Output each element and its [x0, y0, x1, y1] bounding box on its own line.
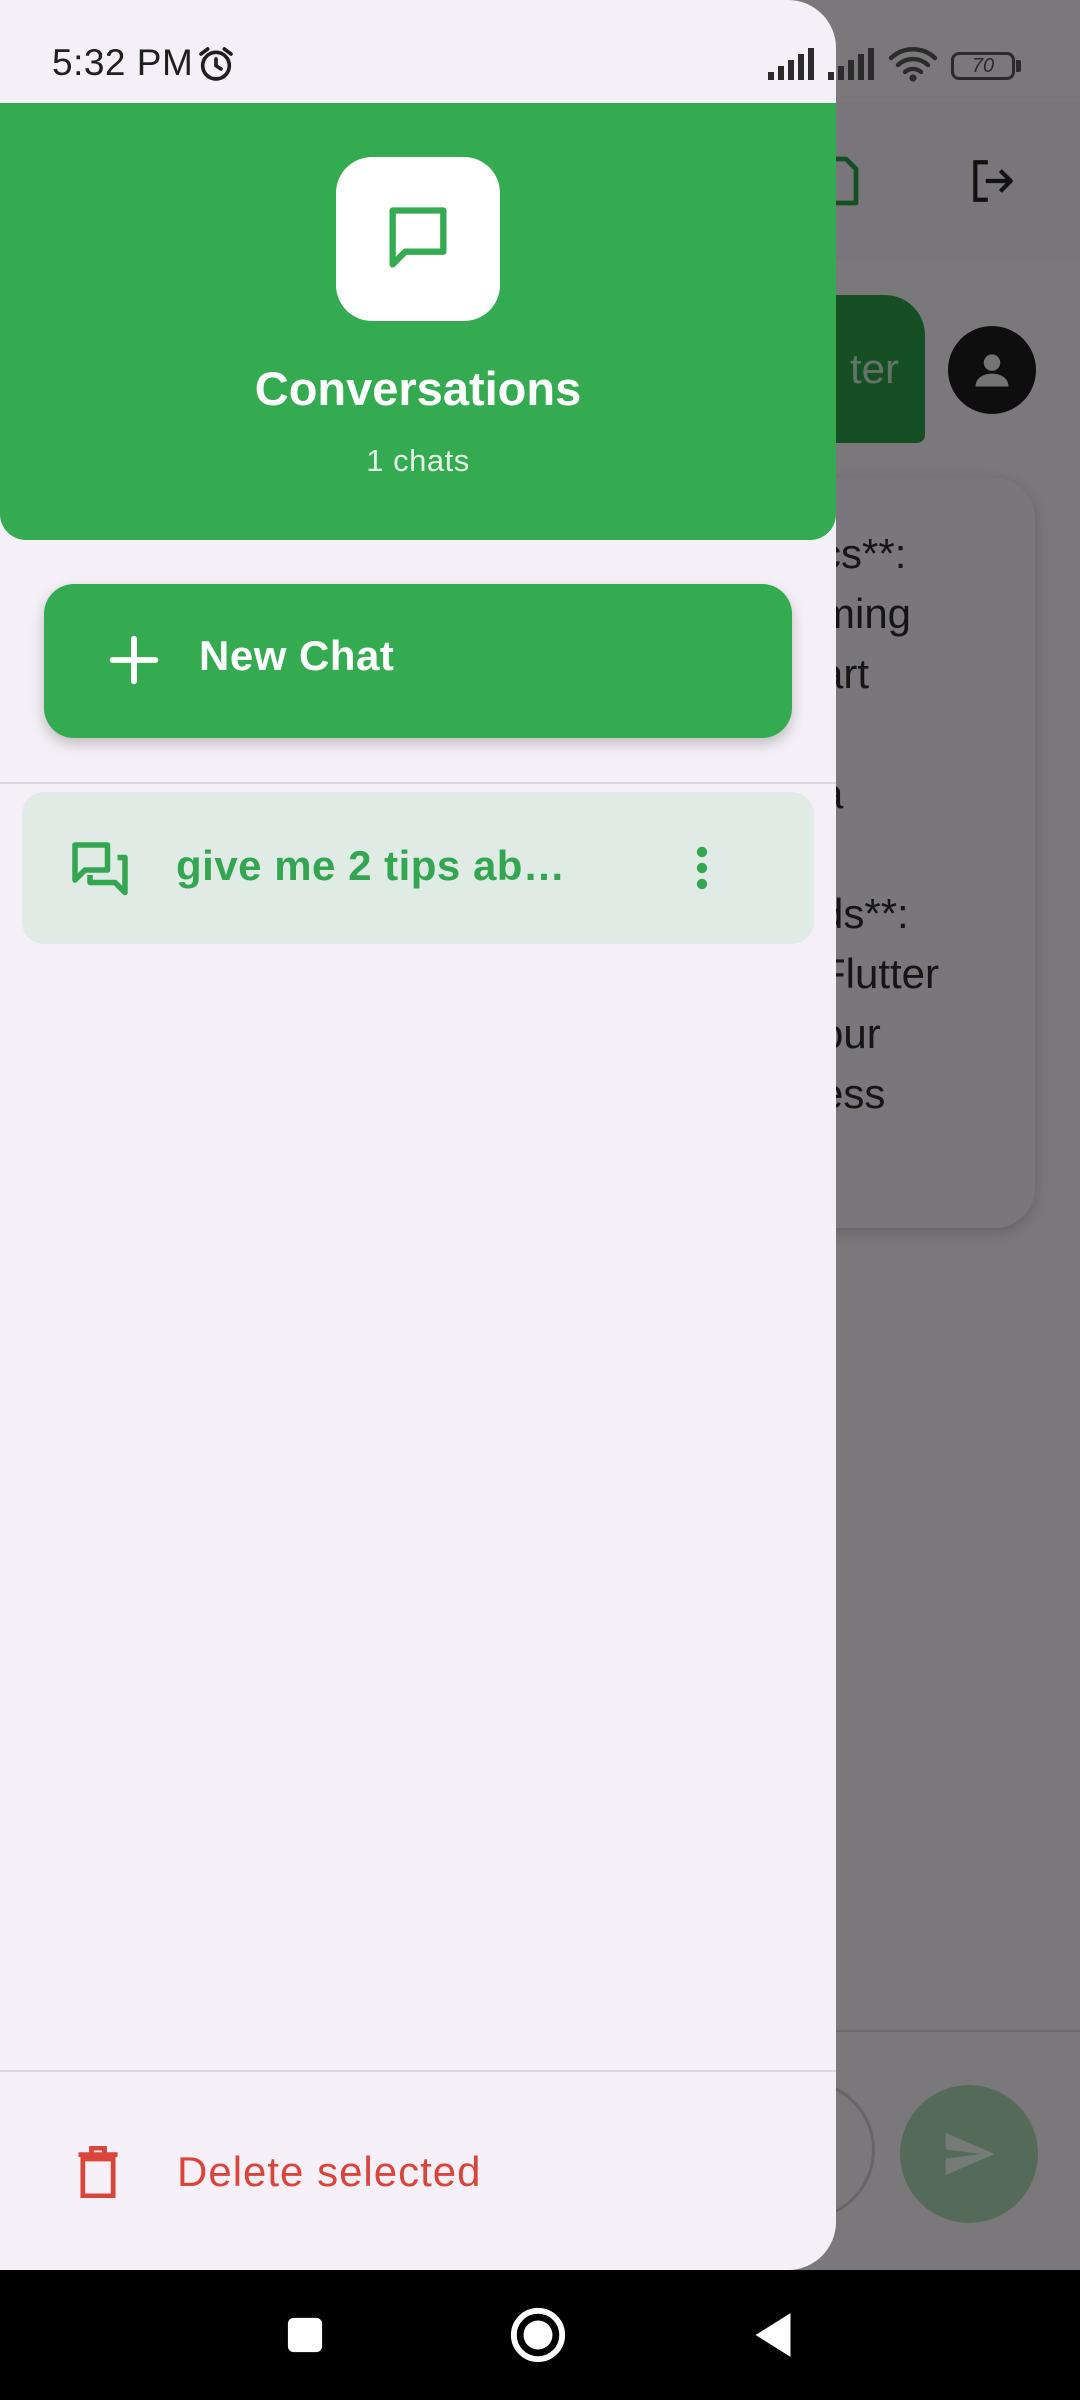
home-button[interactable] [503, 2300, 573, 2370]
battery-icon: 70 [951, 52, 1015, 80]
new-chat-button[interactable]: New Chat [44, 584, 792, 738]
alarm-icon [196, 44, 236, 89]
recents-button[interactable] [270, 2300, 340, 2370]
forum-icon [70, 840, 130, 905]
navigation-drawer: 5:32 PM Conversations 1 chats New Chat g… [0, 0, 836, 2270]
battery-tip [1016, 60, 1021, 72]
system-nav-bar [0, 2270, 1080, 2400]
trash-icon [76, 2145, 120, 2203]
signal-icon [828, 48, 878, 85]
chat-bubble-icon [336, 157, 500, 321]
status-time: 5:32 PM [52, 42, 194, 83]
more-vert-icon[interactable] [662, 828, 742, 908]
back-button[interactable] [738, 2300, 808, 2370]
drawer-title: Conversations [254, 362, 582, 415]
delete-selected-button[interactable]: Delete selected [40, 2110, 600, 2230]
drawer-header: Conversations 1 chats [0, 103, 836, 540]
status-bar: 5:32 PM [0, 0, 836, 102]
plus-icon [102, 628, 166, 697]
signal-icon [768, 48, 818, 85]
divider [0, 782, 836, 784]
wifi-icon [888, 46, 938, 87]
chat-count: 1 chats [366, 443, 470, 478]
divider [0, 2070, 836, 2072]
conversation-list-item[interactable]: give me 2 tips ab… [22, 792, 814, 944]
new-chat-label: New Chat [199, 632, 395, 679]
conversation-title: give me 2 tips ab… [176, 842, 566, 889]
battery-level: 70 [971, 54, 995, 77]
delete-selected-label: Delete selected [177, 2148, 482, 2195]
